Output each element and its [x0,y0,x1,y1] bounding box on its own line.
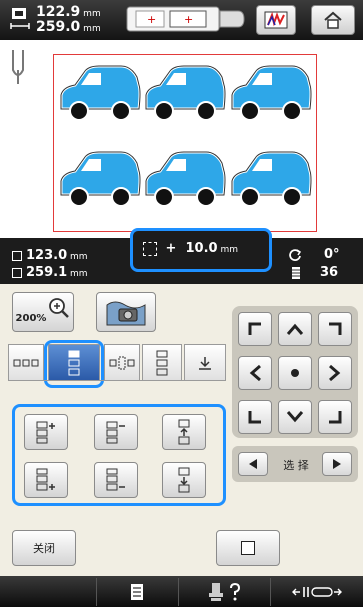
home-icon [324,11,342,29]
shrink-spacing-button[interactable] [162,462,206,498]
checklist-icon [130,584,143,600]
move-up-right-button[interactable] [318,312,352,346]
layout-icon [109,356,135,369]
arrow-right-icon [333,459,341,469]
car-motif [144,64,227,122]
tab-layout-stagger[interactable] [142,344,182,380]
thread-icon [292,267,300,279]
layout-icon [106,468,125,491]
rotate-icon [289,249,302,261]
background-icon [106,301,146,326]
increase-spacing-top-button[interactable] [24,414,68,450]
increase-spacing-bottom-button[interactable] [24,462,68,498]
decrease-spacing-top-button[interactable] [94,414,138,450]
info-width: 259.1 mm [12,265,88,280]
arrow-left-icon [249,364,261,382]
move-up-button[interactable] [278,312,312,346]
arrow-down-icon [178,467,190,493]
corner-down-left-icon [248,411,261,424]
frame-icon: + + [126,6,245,32]
car-motif [59,64,142,122]
layout-icon [36,421,55,444]
thread-count: 36 [320,265,339,280]
decrease-spacing-bottom-button[interactable] [94,462,138,498]
move-down-right-button[interactable] [318,400,352,434]
checkbox-square-icon [241,541,255,555]
offset-icon [143,241,157,256]
home-button[interactable] [311,5,355,35]
select-previous-button[interactable] [238,452,268,476]
checklist-button[interactable] [96,578,176,606]
info-height: 123.0 mm [12,248,88,263]
arrow-down-icon [199,356,211,370]
close-button[interactable]: 关闭 [12,530,76,566]
arrow-right-icon [329,364,341,382]
center-dot-icon [291,369,299,377]
corner-down-right-icon [329,411,342,424]
arrow-up-icon [178,419,190,445]
thread-cut-icon [292,587,342,597]
help-icon [229,583,240,601]
design-bounding-box [53,54,317,232]
arrow-left-icon [249,459,257,469]
center-button[interactable] [278,356,312,390]
needle-icon [12,50,24,84]
layout-icon [106,421,125,444]
background-button[interactable] [96,292,156,332]
car-pattern-grid [59,64,313,208]
arrow-down-icon [286,411,304,423]
arrow-up-icon [286,323,304,335]
color-palette-icon [264,11,288,29]
corner-up-left-icon [248,322,261,335]
select-label: 选 择 [283,459,309,472]
tab-layout-horizontal[interactable] [8,344,44,380]
svg-text:+: + [184,13,193,26]
svg-text:+: + [147,13,156,26]
tab-download[interactable] [184,344,226,380]
car-motif [230,150,313,208]
color-palette-button[interactable] [256,5,296,35]
move-up-left-button[interactable] [238,312,272,346]
zoom-icon [49,298,70,318]
rotation-value: 0° [324,247,340,262]
checkbox-button[interactable] [216,530,280,566]
corner-up-right-icon [329,322,342,335]
zoom-label: 200% [15,312,47,324]
move-right-button[interactable] [318,356,352,390]
layout-icon [36,468,55,491]
help-button[interactable] [178,578,268,606]
move-left-button[interactable] [238,356,272,390]
car-motif [144,150,227,208]
thread-cut-button[interactable] [270,578,363,606]
design-width: 259.0 mm [36,19,101,35]
car-motif [59,150,142,208]
move-down-button[interactable] [278,400,312,434]
zoom-button[interactable]: 200% [12,292,74,332]
select-next-button[interactable] [322,452,352,476]
move-down-left-button[interactable] [238,400,272,434]
foot-icon [208,583,223,601]
offset-display: + 10.0 mm [130,228,272,272]
layout-icon [13,359,39,366]
dimension-icon [10,8,30,29]
car-motif [230,64,313,122]
layout-icon [156,350,168,375]
expand-spacing-button[interactable] [162,414,206,450]
tab-layout-offset[interactable] [104,344,140,380]
